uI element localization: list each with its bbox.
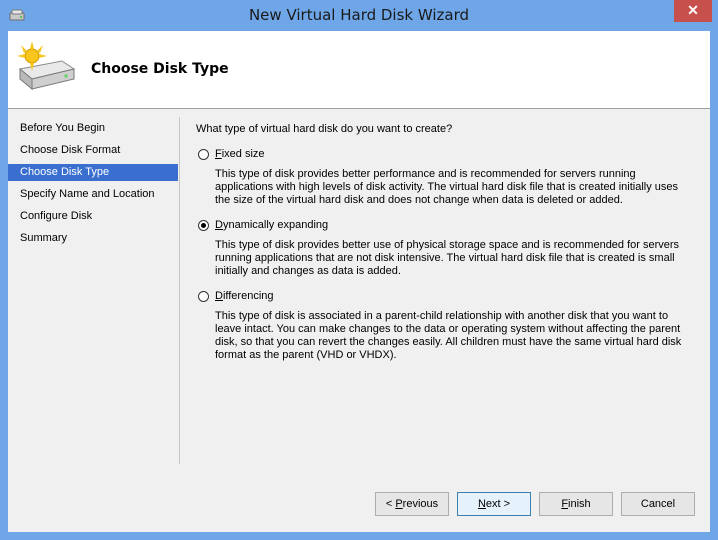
option-label-differencing[interactable]: Differencing <box>215 290 274 302</box>
nav-item-configure-disk[interactable]: Configure Disk <box>8 208 178 225</box>
nav-item-choose-disk-type[interactable]: Choose Disk Type <box>8 164 178 181</box>
wizard-steps-nav: Before You Begin Choose Disk Format Choo… <box>8 109 180 464</box>
close-icon: ✕ <box>687 2 699 18</box>
finish-button[interactable]: Finish <box>539 492 613 516</box>
wizard-button-bar: < Previous Next > Finish Cancel <box>8 492 710 516</box>
wizard-client-area: Choose Disk Type Before You Begin Choose… <box>8 31 710 532</box>
nav-item-before-you-begin[interactable]: Before You Begin <box>8 120 178 137</box>
previous-button[interactable]: < Previous <box>375 492 449 516</box>
nav-item-specify-name-and-location[interactable]: Specify Name and Location <box>8 186 178 203</box>
radio-differencing[interactable] <box>198 291 209 302</box>
window-title: New Virtual Hard Disk Wizard <box>248 6 470 24</box>
nav-item-summary[interactable]: Summary <box>8 230 178 247</box>
option-description-differencing: This type of disk is associated in a par… <box>215 310 682 361</box>
nav-divider <box>179 117 180 464</box>
close-button[interactable]: ✕ <box>674 0 712 22</box>
new-hard-disk-icon <box>17 41 76 91</box>
nav-item-choose-disk-format[interactable]: Choose Disk Format <box>8 142 178 159</box>
next-button[interactable]: Next > <box>457 492 531 516</box>
option-description-dynamically-expanding: This type of disk provides better use of… <box>215 239 680 277</box>
option-description-fixed-size: This type of disk provides better perfor… <box>215 168 679 206</box>
wizard-header: Choose Disk Type <box>8 31 710 109</box>
disk-type-question: What type of virtual hard disk do you wa… <box>196 123 453 135</box>
cancel-button[interactable]: Cancel <box>621 492 695 516</box>
wizard-window: New Virtual Hard Disk Wizard ✕ Choose Di… <box>0 0 718 540</box>
page-title: Choose Disk Type <box>91 61 229 77</box>
option-label-fixed-size[interactable]: Fixed size <box>215 148 265 160</box>
radio-fixed-size[interactable] <box>198 149 209 160</box>
title-bar[interactable]: New Virtual Hard Disk Wizard ✕ <box>0 0 718 31</box>
radio-dynamically-expanding[interactable] <box>198 220 209 231</box>
option-label-dynamically-expanding[interactable]: Dynamically expanding <box>215 219 328 231</box>
